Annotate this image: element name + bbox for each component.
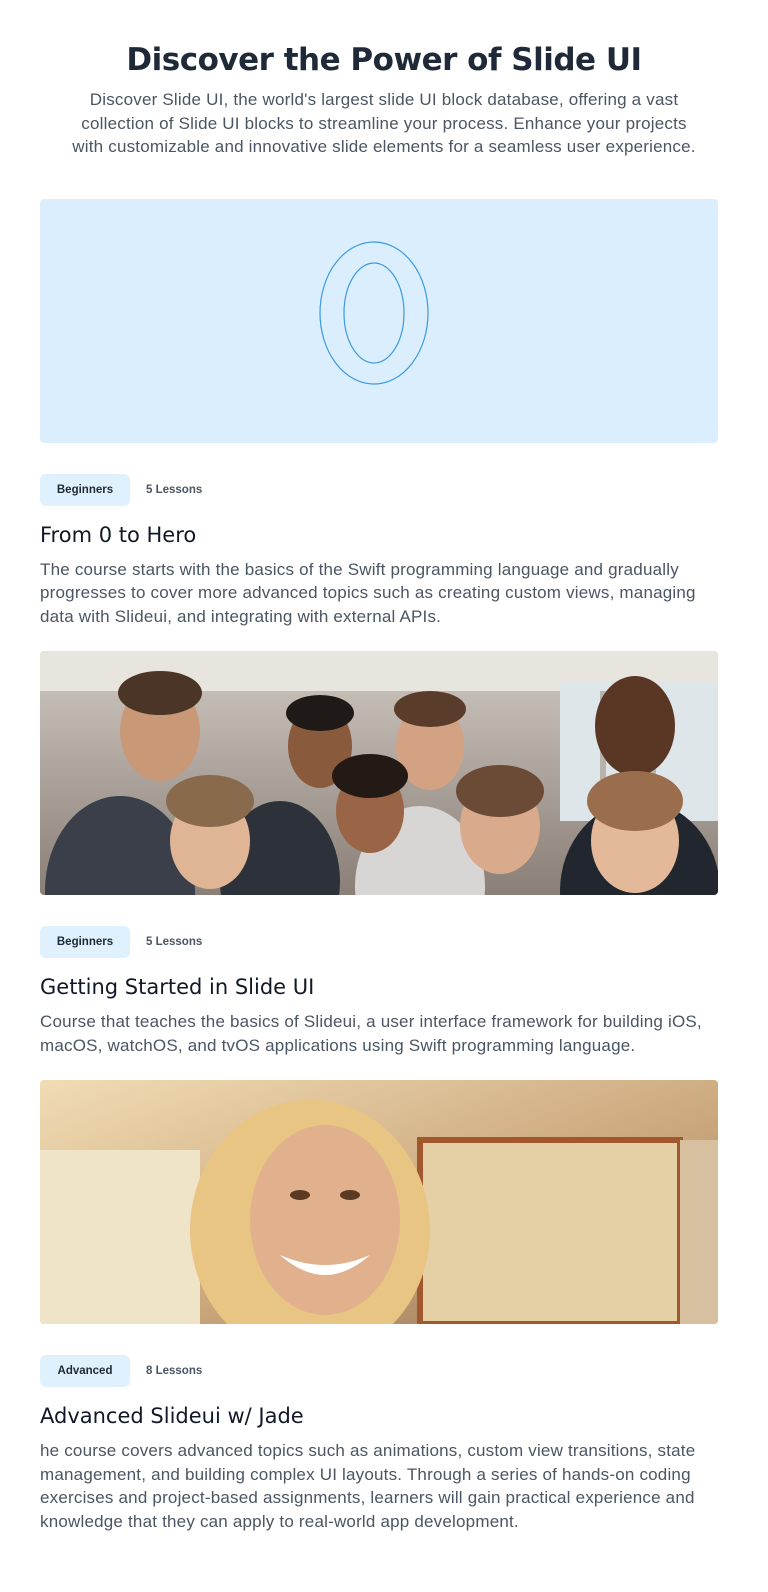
course-thumbnail[interactable] — [40, 198, 718, 443]
zero-glyph-icon — [319, 240, 429, 385]
portrait-photo-icon — [40, 1080, 718, 1324]
course-list: Beginners 5 Lessons From 0 to Hero The c… — [40, 198, 718, 1534]
course-title[interactable]: From 0 to Hero — [40, 520, 718, 550]
page-title: Discover the Power of Slide UI — [126, 42, 642, 78]
course-meta: Advanced 8 Lessons — [40, 1355, 718, 1387]
course-card[interactable]: Advanced 8 Lessons Advanced Slideui w/ J… — [40, 1080, 718, 1533]
course-card[interactable]: Beginners 5 Lessons Getting Started in S… — [40, 651, 718, 1057]
course-title[interactable]: Getting Started in Slide UI — [40, 972, 718, 1002]
course-description: he course covers advanced topics such as… — [40, 1441, 696, 1531]
course-description: Course that teaches the basics of Slideu… — [40, 1012, 702, 1055]
lesson-count: 5 Lessons — [146, 936, 203, 948]
lesson-count: 8 Lessons — [146, 1365, 203, 1377]
team-photo-icon — [40, 651, 718, 895]
hero-section: Discover the Power of Slide UI Discover … — [0, 0, 768, 159]
level-badge: Beginners — [40, 926, 130, 958]
course-thumbnail[interactable] — [40, 1080, 718, 1324]
page-subtitle: Discover Slide UI, the world's largest s… — [72, 90, 696, 156]
course-meta: Beginners 5 Lessons — [40, 926, 718, 958]
level-badge: Advanced — [40, 1355, 130, 1387]
course-description: The course starts with the basics of the… — [40, 559, 696, 626]
course-meta: Beginners 5 Lessons — [40, 473, 718, 506]
course-title[interactable]: Advanced Slideui w/ Jade — [40, 1401, 718, 1431]
lesson-count: 5 Lessons — [146, 483, 203, 496]
level-badge: Beginners — [40, 473, 130, 506]
course-thumbnail[interactable] — [40, 651, 718, 895]
course-card[interactable]: Beginners 5 Lessons From 0 to Hero The c… — [40, 198, 718, 629]
